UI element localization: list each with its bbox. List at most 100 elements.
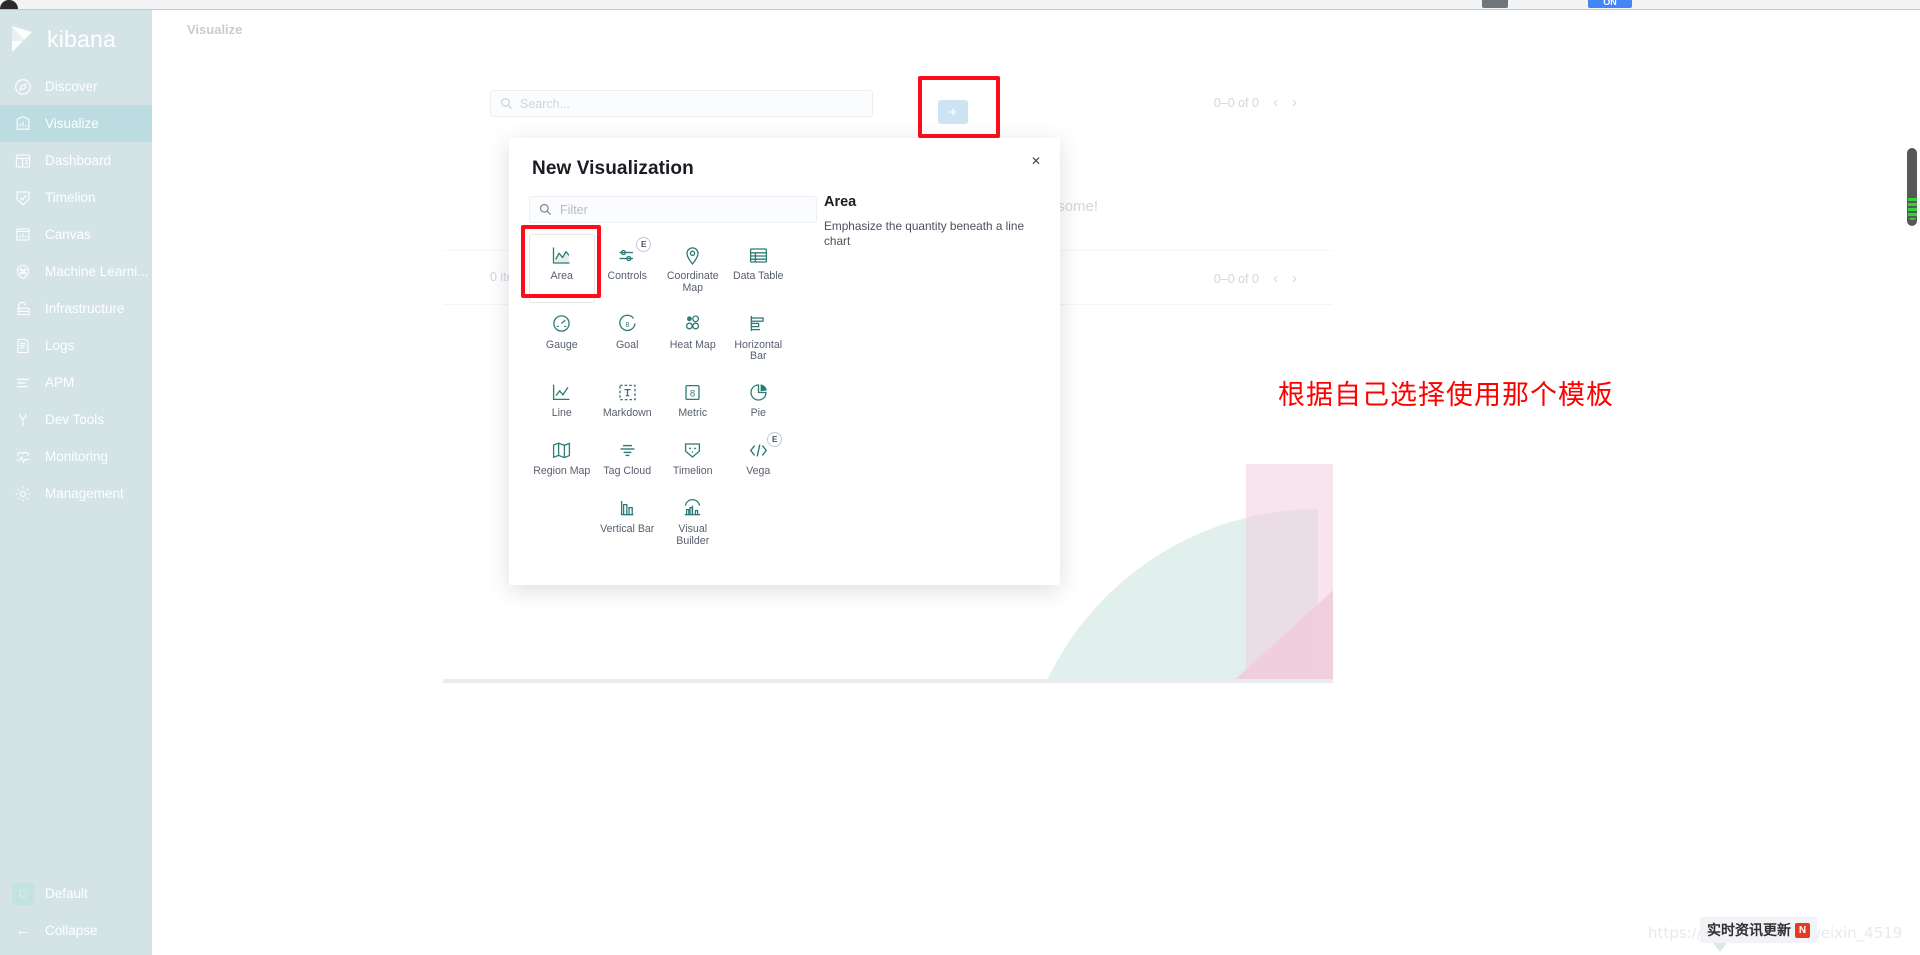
area-chart-icon — [551, 244, 573, 266]
screenshot-root: ON kibana Discover Visualize Dashboard T… — [0, 0, 1920, 955]
sidebar-item-canvas[interactable]: Canvas — [0, 216, 152, 253]
sidebar-item-timelion[interactable]: Timelion — [0, 179, 152, 216]
pagination-prev-button[interactable]: ‹ — [1273, 270, 1278, 287]
viz-type-coordinate-map[interactable]: Coordinate Map — [660, 234, 726, 303]
sidebar-item-visualize[interactable]: Visualize — [0, 105, 152, 142]
close-icon[interactable]: ✕ — [1027, 152, 1045, 170]
tag-cloud-icon — [616, 439, 638, 461]
viz-type-visual-builder[interactable]: Visual Builder — [660, 487, 726, 556]
pagination-range: 0–0 of 0 — [1213, 271, 1259, 286]
breadcrumb-bar: Visualize — [152, 14, 1920, 44]
sidebar-item-label: Dev Tools — [45, 412, 105, 427]
svg-text:8: 8 — [690, 388, 695, 399]
viz-type-label: Vertical Bar — [600, 523, 655, 536]
search-input[interactable]: Search... — [490, 90, 873, 117]
new-visualization-modal: New Visualization ✕ Filter Area E Contro… — [509, 138, 1060, 585]
markdown-icon — [616, 381, 638, 403]
viz-type-line[interactable]: Line — [529, 371, 595, 429]
goal-icon: 8 — [616, 313, 638, 335]
viz-type-label: Line — [551, 407, 572, 420]
sidebar-item-label: Management — [45, 486, 124, 501]
viz-type-goal[interactable]: 8 Goal — [595, 303, 661, 372]
viz-type-heat-map[interactable]: Heat Map — [660, 303, 726, 372]
viz-type-label: Heat Map — [669, 338, 716, 351]
viz-type-pie[interactable]: Pie — [726, 371, 792, 429]
filter-input[interactable]: Filter — [529, 196, 817, 223]
sidebar-collapse-button[interactable]: ← Collapse — [0, 912, 152, 949]
viz-type-timelion[interactable]: Timelion — [660, 429, 726, 487]
search-icon — [500, 97, 513, 110]
viz-type-markdown[interactable]: Markdown — [595, 371, 661, 429]
breadcrumb[interactable]: Visualize — [187, 22, 242, 37]
detail-title: Area — [824, 194, 857, 210]
viz-type-label: Goal — [616, 338, 639, 351]
browser-chrome-sliver: ON — [0, 0, 1920, 18]
metric-icon: 8 — [682, 381, 704, 403]
sidebar: kibana Discover Visualize Dashboard Time… — [0, 10, 152, 955]
sidebar-item-label: Machine Learni... — [45, 264, 149, 279]
kibana-brand[interactable]: kibana — [0, 10, 152, 68]
viz-type-label: Tag Cloud — [603, 465, 652, 478]
sidebar-item-management[interactable]: Management — [0, 475, 152, 512]
modal-title: New Visualization — [532, 158, 694, 179]
viz-type-region-map[interactable]: Region Map — [529, 429, 595, 487]
viz-type-tag-cloud[interactable]: Tag Cloud — [595, 429, 661, 487]
monitoring-icon — [12, 447, 34, 467]
viz-type-label: Data Table — [733, 270, 784, 282]
plus-icon: + — [948, 103, 958, 121]
listing-toolbar: Search... + 0–0 of 0 ‹ › — [443, 74, 1333, 138]
annotation-text: 根据自己选择使用那个模板 — [1278, 380, 1614, 411]
viz-type-label: Area — [550, 270, 573, 282]
viz-type-vega[interactable]: E Vega — [726, 429, 792, 487]
sidebar-item-dashboard[interactable]: Dashboard — [0, 142, 152, 179]
watermark-badge-text: 实时资讯更新 — [1707, 923, 1791, 939]
vertical-bar-icon — [616, 497, 638, 519]
sidebar-item-label: Infrastructure — [45, 301, 125, 316]
ml-icon — [12, 262, 34, 282]
table-icon — [747, 244, 769, 266]
visualization-detail-pane: Area Emphasize the quantity beneath a li… — [824, 194, 1039, 249]
visualization-type-grid: Area E Controls Coordinate Map Data Tabl… — [529, 234, 819, 556]
pagination-next-button[interactable]: › — [1292, 94, 1297, 111]
sidebar-space-selector[interactable]: D Default — [0, 875, 152, 912]
watermark-logo-icon: N — [1795, 922, 1810, 938]
watermark-badge[interactable]: 实时资讯更新 N — [1700, 917, 1817, 943]
sidebar-item-label: Discover — [45, 79, 98, 94]
pagination-next-button[interactable]: › — [1292, 270, 1297, 287]
infra-icon — [12, 299, 34, 319]
search-icon — [539, 203, 552, 216]
page-scrollbar[interactable] — [1904, 10, 1920, 955]
space-avatar: D — [12, 882, 34, 905]
experimental-badge: E — [636, 237, 652, 252]
viz-type-label: Controls — [607, 270, 647, 282]
pagination-prev-button[interactable]: ‹ — [1273, 94, 1278, 111]
viz-type-label: Pie — [750, 407, 766, 420]
viz-type-data-table[interactable]: Data Table — [726, 234, 792, 303]
watermark-tail — [1713, 943, 1727, 952]
viz-type-label: Gauge — [545, 338, 578, 351]
sidebar-item-discover[interactable]: Discover — [0, 68, 152, 105]
vega-icon: E — [747, 432, 783, 461]
kibana-brand-text: kibana — [47, 25, 116, 52]
sidebar-item-machine-learning[interactable]: Machine Learni... — [0, 253, 152, 290]
arrow-left-icon: ← — [15, 922, 31, 939]
sidebar-item-infrastructure[interactable]: Infrastructure — [0, 290, 152, 327]
compass-icon — [12, 77, 34, 97]
viz-type-label: Horizontal Bar — [734, 338, 783, 363]
sidebar-item-logs[interactable]: Logs — [0, 327, 152, 364]
controls-icon: E — [616, 237, 652, 266]
listing-pagination: 0–0 of 0 ‹ › — [1214, 94, 1297, 111]
sidebar-item-dev-tools[interactable]: Dev Tools — [0, 401, 152, 438]
sidebar-item-apm[interactable]: APM — [0, 364, 152, 401]
viz-type-gauge[interactable]: Gauge — [529, 303, 595, 372]
viz-type-horizontal-bar[interactable]: Horizontal Bar — [726, 303, 792, 372]
viz-type-area[interactable]: Area — [529, 234, 595, 303]
sidebar-item-monitoring[interactable]: Monitoring — [0, 438, 152, 475]
browser-extension-icon[interactable] — [1482, 0, 1508, 8]
add-visualization-button[interactable]: + — [938, 100, 968, 124]
viz-type-vertical-bar[interactable]: Vertical Bar — [595, 487, 661, 556]
viz-type-controls[interactable]: E Controls — [595, 234, 661, 303]
browser-toggle-badge[interactable]: ON — [1588, 0, 1632, 8]
viz-type-metric[interactable]: 8 Metric — [660, 371, 726, 429]
viz-type-label: Visual Builder — [676, 523, 710, 547]
